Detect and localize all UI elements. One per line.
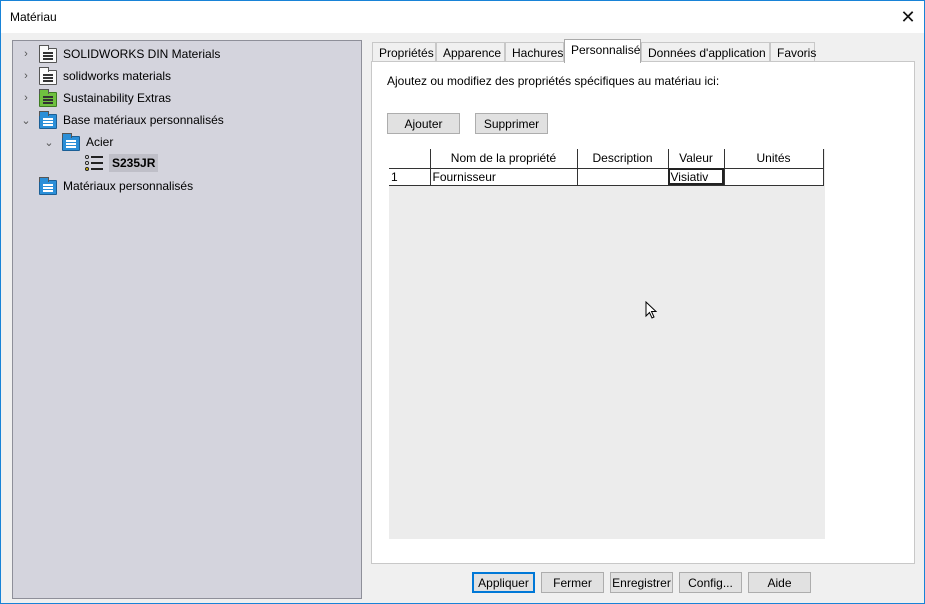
tree-node-label: SOLIDWORKS DIN Materials <box>63 47 221 61</box>
config-button[interactable]: Config... <box>679 572 742 593</box>
properties-grid[interactable]: Nom de la propriété Description Valeur U… <box>389 149 825 539</box>
tab-donnees-application[interactable]: Données d'application <box>641 42 770 62</box>
help-button[interactable]: Aide <box>748 572 811 593</box>
mouse-pointer-icon <box>645 301 658 319</box>
table-row[interactable]: 1 Fournisseur Visiativ <box>389 168 824 186</box>
save-button[interactable]: Enregistrer <box>610 572 673 593</box>
properties-table: Nom de la propriété Description Valeur U… <box>389 149 824 186</box>
tree-node-label: solidworks materials <box>63 69 172 83</box>
library-folder-icon <box>39 66 57 85</box>
close-button[interactable]: Fermer <box>541 572 604 593</box>
instructions-text: Ajoutez ou modifiez des propriétés spéci… <box>387 74 720 88</box>
cell-value[interactable]: Visiativ <box>668 168 725 186</box>
cell-units[interactable] <box>724 168 824 186</box>
material-icon <box>85 154 105 172</box>
add-button[interactable]: Ajouter <box>387 113 460 134</box>
column-header-value[interactable]: Valeur <box>668 149 725 169</box>
cell-description[interactable] <box>577 168 669 186</box>
column-header-name[interactable]: Nom de la propriété <box>430 149 578 169</box>
green-library-folder-icon <box>39 88 57 107</box>
window-title: Matériau <box>10 10 57 24</box>
column-header-units[interactable]: Unités <box>724 149 824 169</box>
tab-personnalise[interactable]: Personnalisé <box>564 39 641 63</box>
tab-favoris[interactable]: Favoris <box>770 42 816 62</box>
chevron-down-icon[interactable]: ⌄ <box>19 114 33 127</box>
delete-button[interactable]: Supprimer <box>475 113 548 134</box>
tree-node-solidworks-materials[interactable]: › solidworks materials <box>19 66 171 86</box>
cell-name[interactable]: Fournisseur <box>430 168 578 186</box>
blue-category-folder-icon <box>62 132 80 151</box>
chevron-right-icon[interactable]: › <box>19 48 33 60</box>
tree-node-label: Matériaux personnalisés <box>63 179 194 193</box>
library-folder-icon <box>39 44 57 63</box>
table-header-row: Nom de la propriété Description Valeur U… <box>389 149 824 169</box>
tab-proprietes[interactable]: Propriétés <box>372 42 436 62</box>
chevron-down-icon[interactable]: ⌄ <box>42 136 56 149</box>
blue-library-folder-icon <box>39 176 57 195</box>
tree-node-label-selected: S235JR <box>109 154 159 172</box>
chevron-right-icon[interactable]: › <box>19 70 33 82</box>
chevron-right-icon[interactable]: › <box>19 92 33 104</box>
tree-node-acier[interactable]: ⌄ Acier <box>42 132 113 152</box>
tree-node-label: Acier <box>86 135 114 149</box>
tree-node-solidworks-din[interactable]: › SOLIDWORKS DIN Materials <box>19 44 220 64</box>
column-header-description[interactable]: Description <box>577 149 669 169</box>
tab-apparence[interactable]: Apparence <box>436 42 505 62</box>
close-icon[interactable]: ✕ <box>892 1 924 33</box>
title-bar: Matériau ✕ <box>1 1 924 33</box>
tree-node-materiaux-personnalises[interactable]: Matériaux personnalisés <box>19 176 193 196</box>
material-dialog: Matériau ✕ › SOLIDWORKS DIN Materials › … <box>0 0 925 604</box>
tree-node-s235jr[interactable]: S235JR <box>81 153 159 173</box>
tab-hachures[interactable]: Hachures <box>505 42 564 62</box>
custom-properties-panel: Ajoutez ou modifiez des propriétés spéci… <box>371 61 915 564</box>
material-tree[interactable]: › SOLIDWORKS DIN Materials › solidworks … <box>12 40 362 599</box>
tree-node-label: Sustainability Extras <box>63 91 172 105</box>
apply-button[interactable]: Appliquer <box>472 572 535 593</box>
row-header-corner <box>389 149 431 169</box>
tree-node-base-materiaux[interactable]: ⌄ Base matériaux personnalisés <box>19 110 224 130</box>
blue-library-folder-icon <box>39 110 57 129</box>
tree-node-sustainability-extras[interactable]: › Sustainability Extras <box>19 88 171 108</box>
tree-node-label: Base matériaux personnalisés <box>63 113 224 127</box>
row-number[interactable]: 1 <box>389 168 431 186</box>
